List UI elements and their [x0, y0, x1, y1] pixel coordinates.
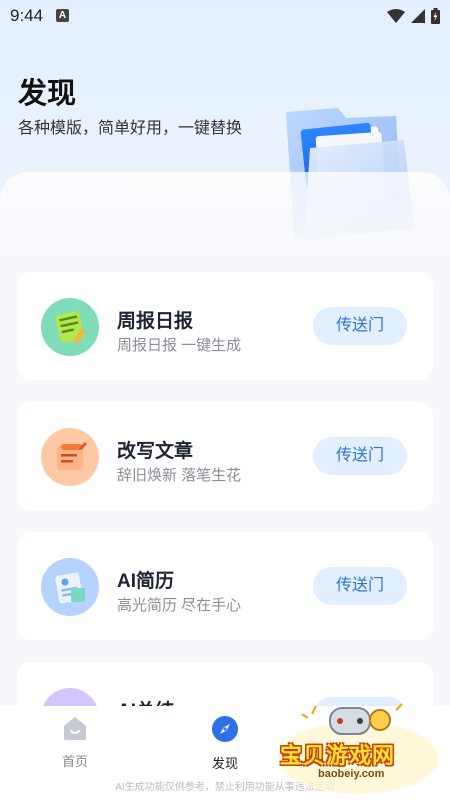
status-icons	[387, 8, 440, 24]
card-rewrite-article[interactable]: 改写文章 辞旧焕新 落笔生花 传送门	[17, 402, 433, 510]
wifi-icon	[387, 9, 405, 23]
card-title: 周报日报	[117, 311, 194, 332]
nav-discover[interactable]: 发现	[185, 716, 265, 772]
status-bar: 9:44 A	[0, 0, 450, 32]
weekly-report-portal-button[interactable]: 传送门	[313, 307, 407, 345]
scroll-icon	[41, 428, 99, 486]
watermark-logo: 宝贝游戏网 baobeiy.com	[272, 700, 444, 800]
card-title: AI简历	[117, 571, 175, 592]
nav-home[interactable]: 首页	[35, 716, 115, 770]
status-time: 9:44	[10, 6, 44, 25]
card-title: 改写文章	[117, 441, 194, 462]
card-ai-resume[interactable]: AI简历 高光简历 尽在手心 传送门	[17, 532, 433, 640]
watermark-text: 宝贝游戏网	[280, 743, 396, 768]
nav-discover-label: 发现	[211, 756, 238, 771]
ai-resume-portal-button[interactable]: 传送门	[313, 567, 407, 605]
home-icon	[64, 717, 86, 740]
watermark-url: baobeiy.com	[318, 768, 385, 780]
page-subtitle: 各种模版，简单好用，一键替换	[18, 120, 243, 137]
card-subtitle: 辞旧焕新 落笔生花	[117, 467, 242, 484]
notepad-icon	[41, 298, 99, 356]
notification-icon: A	[56, 9, 69, 22]
card-subtitle: 周报日报 一键生成	[117, 337, 242, 354]
page-title: 发现	[18, 78, 77, 110]
nav-home-label: 首页	[61, 754, 88, 769]
resume-icon	[41, 558, 99, 616]
signal-icon	[411, 9, 425, 23]
battery-icon	[431, 8, 440, 24]
compass-icon	[212, 716, 238, 742]
card-weekly-report[interactable]: 周报日报 周报日报 一键生成 传送门	[17, 272, 433, 380]
card-subtitle: 高光简历 尽在手心	[117, 597, 242, 614]
rewrite-article-portal-button[interactable]: 传送门	[313, 437, 407, 475]
